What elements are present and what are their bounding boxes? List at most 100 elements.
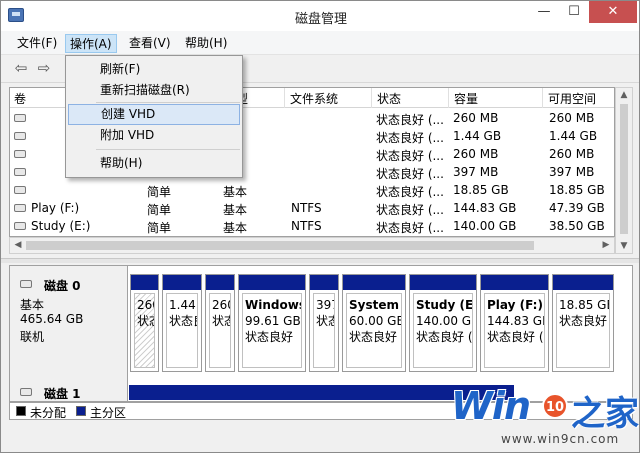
watermark-suffix: 之家 — [571, 394, 639, 434]
vertical-scroll-thumb[interactable] — [620, 104, 628, 234]
volume-status: 状态良好 (... — [376, 113, 444, 127]
partition-size: 140.00 GB — [416, 314, 472, 328]
legend-unallocated-label: 未分配 — [30, 406, 67, 420]
volume-type: 基本 — [223, 203, 248, 217]
vertical-scrollbar[interactable]: ▲ ▼ — [615, 87, 633, 254]
horizontal-scroll-thumb[interactable] — [26, 241, 534, 250]
volume-filesystem: NTFS — [291, 201, 322, 215]
menu-item-create-vhd[interactable]: 创建 VHD — [68, 104, 240, 125]
partition-size: 144.83 GB — [487, 314, 545, 328]
volume-row[interactable]: Play (F:) 简单 基本 NTFS 状态良好 (... 144.83 GB… — [10, 199, 614, 217]
pane-splitter[interactable] — [1, 258, 639, 263]
volume-capacity: 144.83 GB — [453, 201, 517, 215]
partition-status: 状态良 — [169, 314, 197, 328]
partition[interactable]: 18.85 GB 状态良好 ( — [552, 274, 614, 372]
scroll-left-icon[interactable]: ◀ — [10, 238, 26, 253]
partition[interactable]: Play (F:) 144.83 GB 状态良好 ( — [480, 274, 549, 372]
partition-body: 260 状态 — [209, 293, 231, 368]
partition-size: 260 — [137, 298, 154, 312]
partition[interactable]: System 60.00 GB 状态良好 — [342, 274, 406, 372]
partition-header — [163, 275, 201, 290]
title-bar: 磁盘管理 — ☐ ✕ — [1, 1, 639, 31]
scroll-down-icon[interactable]: ▼ — [616, 239, 632, 253]
column-divider — [542, 88, 543, 108]
partition-name: Windows — [245, 298, 302, 312]
volume-free: 47.39 GB — [549, 201, 605, 215]
column-volume[interactable]: 卷 — [14, 90, 26, 107]
column-status[interactable]: 状态 — [377, 90, 401, 107]
volume-free: 38.50 GB — [549, 219, 605, 233]
forward-arrow-icon[interactable]: ⇨ — [34, 60, 54, 76]
partition[interactable]: Windows 99.61 GB 状态良好 — [238, 274, 306, 372]
partition-header — [343, 275, 405, 290]
partition[interactable]: 260 状态 — [130, 274, 159, 372]
column-capacity[interactable]: 容量 — [454, 90, 478, 107]
menu-item-refresh[interactable]: 刷新(F) — [68, 59, 240, 80]
partition-size: 1.44 — [169, 298, 196, 312]
menu-item-help[interactable]: 帮助(H) — [68, 153, 240, 174]
partition[interactable]: 260 状态 — [205, 274, 235, 372]
volume-icon — [14, 132, 26, 140]
minimize-button[interactable]: — — [529, 1, 559, 23]
volume-row[interactable]: 简单 基本 状态良好 (... 18.85 GB 18.85 GB — [10, 181, 614, 199]
volume-icon — [14, 186, 26, 194]
volume-status: 状态良好 (... — [376, 185, 444, 199]
partition[interactable]: 1.44 状态良 — [162, 274, 202, 372]
watermark-logo: Win — [451, 384, 531, 428]
partition-status: 状态良好 ( — [559, 314, 610, 328]
menu-separator — [96, 149, 240, 150]
disk-0-size: 465.64 GB — [20, 312, 84, 326]
partition-name: Play (F:) — [487, 298, 543, 312]
close-button[interactable]: ✕ — [589, 1, 637, 23]
partition-status: 状态 — [212, 314, 230, 328]
disk-icon — [20, 280, 32, 288]
partition-header — [206, 275, 234, 290]
disk-0-info[interactable]: 磁盘 0 基本 465.64 GB 联机 — [10, 266, 128, 380]
partition-header — [481, 275, 548, 290]
partition-size: 397 — [316, 298, 334, 312]
partition-body: Study (E 140.00 GB 状态良好 ( — [413, 293, 473, 368]
volume-free: 260 MB — [549, 111, 595, 125]
volume-name: Study (E:) — [31, 219, 91, 233]
menu-view[interactable]: 查看(V) — [125, 34, 175, 53]
volume-row[interactable]: Study (E:) 简单 基本 NTFS 状态良好 (... 140.00 G… — [10, 217, 614, 235]
volume-type: 基本 — [223, 185, 248, 199]
menu-item-rescan-disks[interactable]: 重新扫描磁盘(R) — [68, 80, 240, 101]
volume-capacity: 397 MB — [453, 165, 499, 179]
volume-status: 状态良好 (... — [376, 221, 444, 235]
partition-size: 18.85 GB — [559, 298, 610, 312]
volume-free: 1.44 GB — [549, 129, 598, 143]
partition[interactable]: 397 状态 — [309, 274, 339, 372]
disk-management-window: 磁盘管理 — ☐ ✕ 文件(F) 操作(A) 查看(V) 帮助(H) ⇦ ⇨ 卷… — [0, 0, 640, 453]
partition-size: 60.00 GB — [349, 314, 402, 328]
menu-help[interactable]: 帮助(H) — [181, 34, 231, 53]
back-arrow-icon[interactable]: ⇦ — [11, 60, 31, 76]
horizontal-scrollbar[interactable]: ◀ ▶ — [9, 237, 615, 254]
volume-filesystem: NTFS — [291, 219, 322, 233]
volume-layout: 简单 — [147, 203, 172, 217]
scroll-up-icon[interactable]: ▲ — [616, 88, 632, 102]
partition[interactable]: Study (E 140.00 GB 状态良好 ( — [409, 274, 477, 372]
legend-primary-label: 主分区 — [90, 406, 127, 420]
maximize-button[interactable]: ☐ — [559, 1, 589, 23]
partition-body: 1.44 状态良 — [166, 293, 198, 368]
column-filesystem[interactable]: 文件系统 — [290, 90, 338, 107]
volume-icon — [14, 204, 26, 212]
partition-body: 260 状态 — [134, 293, 155, 368]
partition-body: 397 状态 — [313, 293, 335, 368]
legend-swatch-unallocated — [16, 406, 26, 416]
menu-item-attach-vhd[interactable]: 附加 VHD — [68, 125, 240, 146]
partition-name: System — [349, 298, 399, 312]
disk-0-name: 磁盘 0 — [44, 279, 81, 293]
volume-capacity: 1.44 GB — [453, 129, 502, 143]
disk-1-info[interactable]: 磁盘 1 — [10, 380, 128, 401]
column-divider — [371, 88, 372, 108]
partition-status: 状态 — [316, 314, 334, 328]
menu-action[interactable]: 操作(A) — [65, 34, 117, 53]
menu-file[interactable]: 文件(F) — [13, 34, 61, 53]
action-dropdown-menu: 刷新(F) 重新扫描磁盘(R) 创建 VHD 附加 VHD 帮助(H) — [65, 55, 243, 178]
column-divider — [448, 88, 449, 108]
column-free-space[interactable]: 可用空间 — [548, 90, 596, 107]
scroll-right-icon[interactable]: ▶ — [598, 238, 614, 253]
partition-size: 99.61 GB — [245, 314, 301, 328]
